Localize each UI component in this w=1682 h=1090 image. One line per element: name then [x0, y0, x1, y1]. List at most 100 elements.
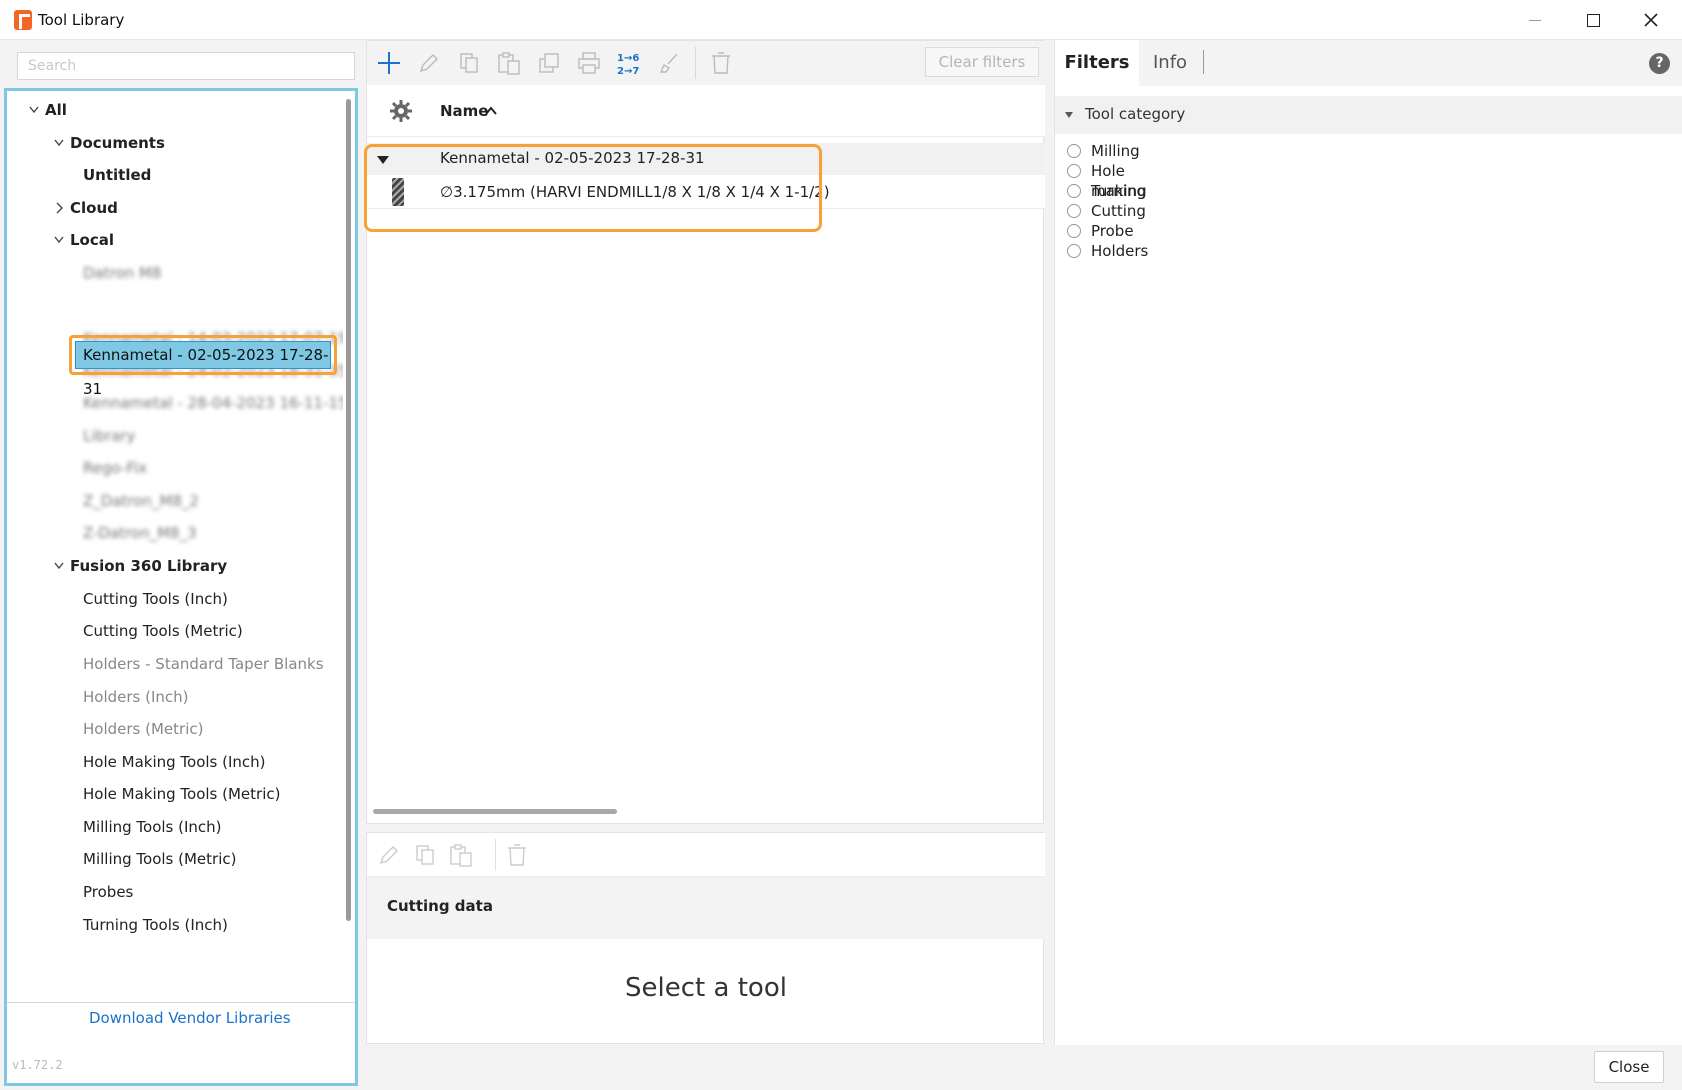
radio-icon [1067, 144, 1081, 158]
delete-preset-button[interactable] [503, 841, 531, 869]
chevron-down-icon[interactable] [52, 127, 66, 159]
tree-item-local-library[interactable]: Datron M8 [83, 257, 161, 289]
search-input[interactable] [17, 52, 355, 80]
chevron-down-icon[interactable] [27, 94, 41, 126]
close-button[interactable]: Close [1594, 1051, 1664, 1083]
close-window-button[interactable] [1622, 0, 1680, 40]
tree-item-local-library[interactable]: Rego-Fix [83, 452, 147, 484]
tree-item-fusion-library-entry[interactable]: Holders (Inch) [83, 681, 189, 713]
gear-icon[interactable] [389, 99, 413, 123]
tree-list: All Documents Untitled Cloud Local Datro… [7, 91, 343, 1001]
tree-item-fusion-library-entry[interactable]: Milling Tools (Inch) [83, 811, 222, 843]
paste-preset-button[interactable] [447, 841, 475, 869]
filter-tabs: Filters Info ? [1055, 40, 1682, 86]
tool-list-toolbar: 1→6 2→7 Clear filters [367, 41, 1045, 85]
clear-filters-button[interactable]: Clear filters [925, 47, 1039, 77]
maximize-button[interactable] [1564, 0, 1622, 40]
chevron-down-icon[interactable] [52, 224, 66, 256]
svg-text:2→7: 2→7 [617, 66, 639, 77]
tree-item-fusion-library-entry[interactable]: Holders - Standard Taper Blanks [83, 648, 324, 680]
tree-item-fusion-library[interactable]: Fusion 360 Library [70, 550, 227, 582]
svg-text:1→6: 1→6 [617, 53, 639, 64]
cutting-data-toolbar [367, 833, 1045, 877]
chevron-down-icon[interactable] [52, 550, 66, 582]
fusion-logo-icon [14, 10, 32, 30]
copy-tool-button[interactable] [455, 49, 483, 77]
renumber-button[interactable]: 1→6 2→7 [615, 49, 643, 77]
duplicate-icon [539, 53, 559, 73]
filters-panel: Filters Info ? Tool category Milling Hol… [1054, 40, 1682, 1045]
tree-item-local-library[interactable]: Library [83, 420, 135, 452]
minimize-button[interactable] [1506, 0, 1564, 40]
renumber-icon: 1→62→7 [617, 53, 639, 77]
tree-item-local-library[interactable]: Z_Datron_M8_2 [83, 485, 199, 517]
edit-preset-button[interactable] [375, 841, 403, 869]
library-tree: All Documents Untitled Cloud Local Datro… [4, 88, 358, 1086]
paste-icon [450, 844, 472, 867]
window-title: Tool Library [38, 11, 125, 29]
tree-item-fusion-library-entry[interactable]: Holders (Metric) [83, 713, 203, 745]
column-header-name[interactable]: Name [440, 102, 488, 120]
radio-icon [1067, 164, 1081, 178]
tree-item-cloud[interactable]: Cloud [70, 192, 118, 224]
minimize-icon [1529, 19, 1541, 21]
tree-item-fusion-library-entry[interactable]: Hole Making Tools (Inch) [83, 746, 266, 778]
tree-item-fusion-library-entry[interactable]: Hole Making Tools (Metric) [83, 778, 280, 810]
tree-item-selected-library[interactable]: Kennametal - 02-05-2023 17-28-31 [69, 335, 337, 398]
cutting-data-title: Cutting data [387, 897, 493, 915]
trash-icon [712, 52, 730, 74]
delete-tool-button[interactable] [707, 49, 735, 77]
tree-item-all[interactable]: All [45, 94, 67, 126]
tree-item-fusion-library-entry[interactable]: Cutting Tools (Metric) [83, 615, 243, 647]
close-icon [1644, 13, 1658, 27]
plus-icon [378, 52, 400, 74]
library-panel: All Documents Untitled Cloud Local Datro… [0, 40, 360, 1086]
title-bar: Tool Library [0, 0, 1682, 40]
radio-icon [1067, 204, 1081, 218]
add-tool-button[interactable] [375, 49, 403, 77]
tree-scrollbar[interactable] [346, 99, 351, 921]
copy-icon [460, 53, 478, 73]
tab-divider [1203, 50, 1204, 74]
copy-preset-button[interactable] [411, 841, 439, 869]
radio-icon [1067, 244, 1081, 258]
tree-item-documents[interactable]: Documents [70, 127, 165, 159]
tree-item-fusion-library-entry[interactable]: Probes [83, 876, 133, 908]
horizontal-scrollbar[interactable] [373, 809, 617, 814]
pencil-icon [379, 846, 398, 865]
tree-item-selected-label: Kennametal - 02-05-2023 17-28-31 [83, 346, 329, 398]
tool-category-title: Tool category [1085, 105, 1186, 123]
edit-tool-button[interactable] [415, 49, 443, 77]
tool-category-header[interactable]: Tool category [1055, 96, 1682, 134]
caret-down-icon [1065, 112, 1073, 118]
tab-filters[interactable]: Filters [1055, 40, 1139, 86]
empty-state-message: Select a tool [625, 973, 787, 1003]
sort-ascending-icon [485, 106, 497, 115]
tab-info[interactable]: Info [1153, 40, 1187, 86]
version-label: v1.72.2 [12, 1058, 63, 1072]
tool-group-highlight [364, 144, 822, 232]
trash-icon [508, 844, 526, 866]
help-icon[interactable]: ? [1649, 53, 1670, 74]
tree-item-fusion-library-entry[interactable]: Milling Tools (Metric) [83, 843, 236, 875]
tool-list-header: Name [367, 85, 1045, 137]
toolbar-divider [695, 47, 696, 79]
cleanup-button[interactable] [655, 49, 683, 77]
tree-footer-divider [7, 1002, 355, 1003]
tool-library-window: Tool Library All Documents Untitled [0, 0, 1682, 1090]
tree-item-local-library[interactable]: Z-Datron_M8_3 [83, 517, 197, 549]
paste-tool-button[interactable] [495, 49, 523, 77]
tree-item-fusion-library-entry[interactable]: Cutting Tools (Inch) [83, 583, 228, 615]
paste-icon [498, 52, 520, 75]
tree-item-local[interactable]: Local [70, 224, 114, 256]
radio-icon [1067, 184, 1081, 198]
duplicate-tool-button[interactable] [535, 49, 563, 77]
cutting-data-panel: Cutting data Select a tool [366, 832, 1045, 1044]
chevron-right-icon[interactable] [52, 192, 66, 224]
download-vendor-libraries-link[interactable]: Download Vendor Libraries [89, 1009, 291, 1027]
printer-icon [578, 52, 600, 74]
print-button[interactable] [575, 49, 603, 77]
tree-item-untitled[interactable]: Untitled [83, 159, 151, 191]
cutting-data-header: Cutting data [367, 877, 1045, 939]
tree-item-fusion-library-entry[interactable]: Turning Tools (Inch) [83, 909, 228, 941]
